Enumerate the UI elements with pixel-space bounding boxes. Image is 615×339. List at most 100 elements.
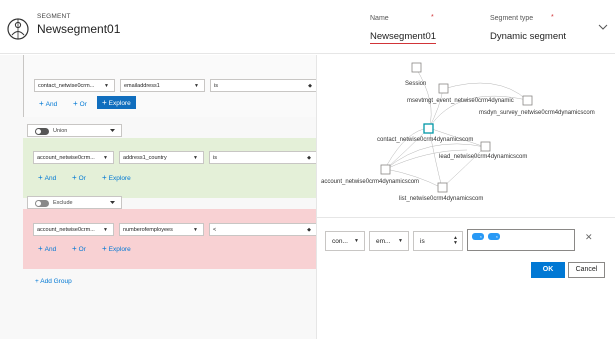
attribute-select-value: emailaddress1 [124,83,160,89]
add-group-link[interactable]: + Add Group [35,278,72,285]
ok-button[interactable]: OK [531,262,565,278]
entity-select-value: account_netwise0crm... [37,155,95,161]
segment-type-label: Segment type [490,15,534,22]
entity-select[interactable]: account_netwise0crm... ▼ [33,151,114,164]
or-label: Or [78,246,86,253]
add-and-link[interactable]: + And [38,244,56,253]
relationship-explorer: Session msevtmgt_event_netwise0crm4dynam… [316,55,615,339]
attribute-select[interactable]: emailaddress1 ▼ [120,79,205,92]
toggle-icon [35,200,49,207]
graph-label-event: msevtmgt_event_netwise0crm4dynamic [407,98,514,104]
chevron-down-icon [110,201,115,204]
query-builder: contact_netwise0crm... ▼ emailaddress1 ▼ i… [0,55,317,339]
plus-icon: + [39,99,44,108]
explore-label: Explore [108,100,131,107]
plus-icon: + [73,99,78,108]
condition-entity-value: con... [332,238,348,245]
plus-icon: + [38,173,43,182]
plus-icon: + [38,244,43,253]
or-label: Or [79,101,87,108]
stepper-icon: ◆ [307,155,311,161]
type-required-marker: * [551,14,554,21]
plus-icon: + [102,173,107,182]
entity-select-value: account_netwise0crm... [37,227,95,233]
add-group-label: Add Group [40,278,72,285]
relationship-graph: Session msevtmgt_event_netwise0crm4dynam… [321,62,595,202]
chevron-down-icon: ▼ [104,83,109,89]
entity-select-value: contact_netwise0crm... [38,83,95,89]
remove-tag-icon[interactable]: × [496,234,498,239]
entity-select[interactable]: account_netwise0crm... ▼ [33,223,114,236]
close-icon[interactable]: ✕ [585,232,593,243]
operator-select[interactable]: < ◆ [209,223,316,236]
graph-node-lead[interactable] [480,141,491,152]
graph-edge [386,127,430,166]
explore-link[interactable]: + Explore [102,173,131,182]
attribute-select[interactable]: numberofemployees ▼ [119,223,204,236]
graph-node-survey[interactable] [522,95,533,106]
condition-entity-select[interactable]: con... ▼ [325,231,365,251]
stepper-icon: ◆ [307,227,311,233]
add-or-link[interactable]: + Or [73,99,87,108]
name-field[interactable]: Newsegment01 [370,31,437,44]
graph-edge [385,127,430,170]
entity-kicker: SEGMENT [37,13,71,20]
explore-button[interactable]: + Explore [97,96,136,109]
condition-attribute-select[interactable]: em... ▼ [369,231,409,251]
plus-icon: + [72,173,77,182]
graph-label-account: account_netwise0crm4dynamicscom [321,179,419,185]
explore-label: Explore [108,246,131,253]
segment-header: SEGMENT Newsegment01 Name * Newsegment01… [0,0,615,54]
plus-icon: + [102,244,107,253]
page-title: Newsegment01 [37,22,121,36]
value-tag[interactable]: × [472,233,484,240]
attribute-select[interactable]: address1_country ▼ [119,151,204,164]
chevron-down-icon[interactable] [597,22,609,32]
and-label: And [45,101,58,108]
explore-link[interactable]: + Explore [102,244,131,253]
or-label: Or [78,175,86,182]
segment-icon [7,18,29,40]
value-tag[interactable]: × [488,233,500,240]
chevron-down-icon [110,129,115,132]
chevron-down-icon: ▼ [103,227,108,233]
toggle-icon [35,128,49,135]
exclude-label: Exclude [53,200,73,206]
add-and-link[interactable]: + And [38,173,56,182]
plus-icon: + [102,98,107,107]
chevron-down-icon: ▼ [103,155,108,161]
add-and-link[interactable]: + And [39,99,57,108]
graph-node-contact[interactable] [423,123,434,134]
operator-select[interactable]: is ◆ [209,151,316,164]
chevron-down-icon: ▼ [193,227,198,233]
operator-select[interactable]: is ◆ [210,79,317,92]
query-group-3: account_netwise0crm... ▼ numberofemployee… [23,209,316,269]
operator-select-value: is [214,83,218,89]
cancel-button[interactable]: Cancel [568,262,605,278]
graph-node-list[interactable] [437,182,448,193]
remove-tag-icon[interactable]: × [480,234,482,239]
union-select[interactable]: Union [27,124,122,137]
chevron-down-icon: ▼ [193,155,198,161]
graph-node-account[interactable] [380,164,391,175]
chevron-down-icon: ▼ [354,238,359,244]
query-group-2: account_netwise0crm... ▼ address1_country… [23,138,316,198]
condition-operator-select[interactable]: is ▲ ▼ [413,231,463,251]
add-or-link[interactable]: + Or [72,244,86,253]
condition-value-input[interactable]: × × [467,229,575,251]
divider [317,217,615,218]
operator-select-value: < [213,227,217,233]
and-label: And [44,246,57,253]
chevron-down-icon: ▼ [194,83,199,89]
exclude-select[interactable]: Exclude [27,196,122,209]
attribute-select-value: address1_country [123,155,167,161]
add-or-link[interactable]: + Or [72,173,86,182]
operator-select-value: is [213,155,217,161]
graph-node-event[interactable] [438,83,449,94]
condition-operator-value: is [420,238,425,245]
segment-type-field[interactable]: Dynamic segment [490,31,566,42]
graph-label-list: list_netwise0crm4dynamicscom [399,196,483,202]
graph-node-session[interactable] [411,62,422,73]
entity-select[interactable]: contact_netwise0crm... ▼ [34,79,115,92]
stepper-icon: ▲ ▼ [453,235,458,246]
